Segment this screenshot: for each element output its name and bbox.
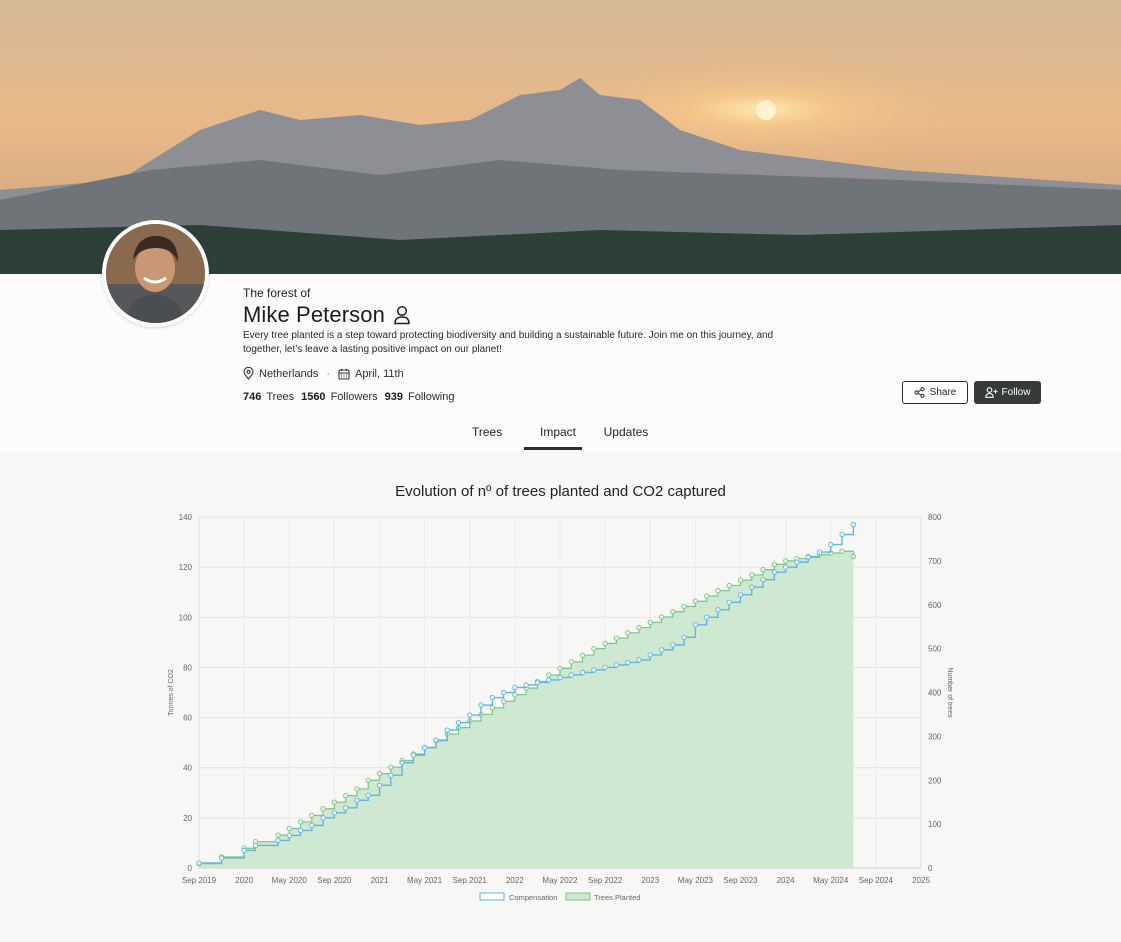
calendar-icon [338, 368, 350, 380]
tab-trees[interactable]: Trees [456, 420, 518, 450]
followers-label[interactable]: Followers [331, 391, 378, 403]
chart-title: Evolution of nº of trees planted and CO2… [395, 483, 726, 500]
map-pin-icon [243, 367, 254, 380]
share-icon [914, 387, 925, 398]
followers-count: 1560 [301, 391, 326, 403]
follow-label: Follow [1001, 387, 1031, 398]
joined-date: April, 11th [355, 367, 404, 380]
bio-line: Every tree planted is a step toward prot… [243, 330, 774, 341]
share-label: Share [929, 387, 957, 398]
forest-of-label: The forest of [243, 286, 311, 300]
location-text: Netherlands [259, 367, 319, 380]
avatar [102, 220, 209, 327]
following-count: 939 [384, 391, 403, 403]
profile-name-row: Mike Peterson [243, 302, 411, 328]
bio-line: together, let’s leave a lasting positive… [243, 343, 502, 355]
meta-separator: · [326, 367, 330, 380]
profile-name: Mike Peterson [243, 302, 385, 327]
user-icon [393, 305, 411, 325]
follow-button[interactable]: Follow [974, 381, 1041, 404]
tab-updates[interactable]: Updates [586, 420, 666, 450]
profile-tabs: Trees Impact Updates [456, 420, 666, 450]
avatar-photo [106, 224, 205, 323]
share-button[interactable]: Share [902, 381, 968, 404]
impact-section [0, 452, 1121, 942]
profile-stats: 746 Trees 1560 Followers 939 Following [243, 391, 456, 403]
following-label[interactable]: Following [408, 391, 454, 403]
trees-count: 746 [243, 391, 262, 403]
trees-label[interactable]: Trees [266, 391, 294, 403]
profile-meta: Netherlands · April, 11th [243, 367, 404, 380]
user-plus-icon [984, 387, 998, 398]
tab-impact[interactable]: Impact [524, 420, 582, 450]
profile-bio: Every tree planted is a step toward prot… [243, 329, 783, 356]
